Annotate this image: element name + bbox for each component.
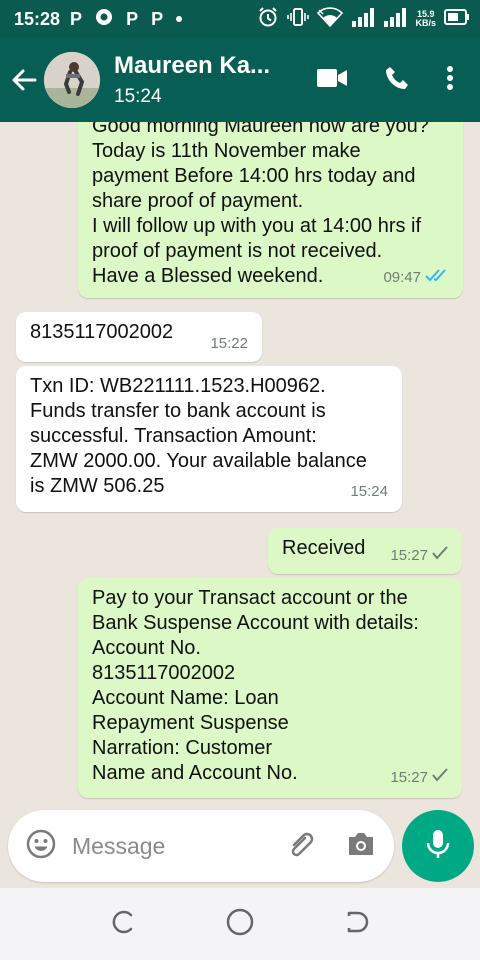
recent-apps-icon[interactable] [109, 908, 137, 941]
notification-p-icon-1: P [70, 8, 83, 29]
status-bar: 15:28 P P P 15.9 KB/s [0, 0, 480, 38]
message-meta: 09:47 [383, 265, 449, 290]
message-text: Pay to your Transact account or the Bank… [92, 587, 419, 784]
back-arrow-icon[interactable] [10, 66, 38, 94]
emoji-icon[interactable] [26, 829, 56, 864]
message-meta: 15:22 [210, 331, 248, 356]
message-incoming[interactable]: Txn ID: WB221111.1523.H00962. Funds tran… [16, 366, 402, 512]
microphone-icon [425, 828, 451, 865]
system-navigation-bar [0, 888, 480, 960]
message-time: 15:27 [390, 769, 428, 786]
message-time: 15:24 [350, 483, 388, 500]
message-time: 15:22 [210, 335, 248, 352]
message-outgoing[interactable]: Received 15:27 [268, 528, 462, 574]
sent-tick-icon [432, 765, 448, 790]
more-notifications-dot-icon [176, 16, 183, 22]
notification-p-icon-3: P [151, 8, 164, 29]
message-outgoing[interactable]: Good morning Maureen how are you? Today … [78, 122, 463, 298]
message-meta: 15:27 [390, 543, 448, 568]
attachment-paperclip-icon[interactable] [286, 828, 318, 865]
vibrate-icon [287, 7, 310, 32]
message-input[interactable]: Message [72, 833, 165, 860]
voice-record-button[interactable] [402, 810, 474, 882]
message-text: Txn ID: WB221111.1523.H00962. Funds tran… [30, 375, 367, 497]
message-time: 09:47 [383, 269, 421, 286]
network-speed: 15.9 KB/s [415, 10, 436, 28]
chrome-icon [95, 8, 113, 31]
battery-icon [444, 8, 470, 30]
signal-icon-sim2 [383, 7, 407, 32]
last-seen-time: 15:24 [114, 86, 162, 107]
network-speed-unit: KB/s [415, 18, 436, 28]
home-icon[interactable] [225, 907, 255, 942]
notification-p-icon-2: P [126, 8, 139, 29]
more-options-icon[interactable] [446, 65, 454, 96]
signal-icon-sim1 [351, 7, 375, 32]
message-time: 15:27 [390, 547, 428, 564]
message-text: Good morning Maureen how are you? Today … [92, 122, 429, 287]
message-meta: 15:27 [390, 765, 448, 790]
message-outgoing[interactable]: Pay to your Transact account or the Bank… [78, 578, 462, 798]
message-meta: 15:24 [350, 479, 388, 504]
message-composer[interactable]: Message [8, 810, 394, 882]
message-incoming[interactable]: 8135117002002 15:22 [16, 312, 262, 362]
contact-name: Maureen Ka... [114, 52, 271, 79]
chat-header: Maureen Ka... 15:24 [0, 38, 480, 122]
alarm-icon [257, 6, 279, 33]
voice-call-icon[interactable] [384, 65, 410, 96]
status-time: 15:28 [14, 8, 61, 29]
sent-tick-icon [432, 543, 448, 568]
avatar[interactable] [44, 52, 100, 108]
video-call-icon[interactable] [316, 67, 348, 94]
contact-info[interactable]: Maureen Ka... 15:24 [114, 52, 294, 108]
back-nav-icon[interactable] [343, 908, 371, 941]
chat-messages[interactable]: Good morning Maureen how are you? Today … [0, 122, 480, 888]
camera-icon[interactable] [346, 831, 376, 862]
wifi-icon [317, 6, 344, 32]
read-double-tick-icon [425, 265, 449, 290]
